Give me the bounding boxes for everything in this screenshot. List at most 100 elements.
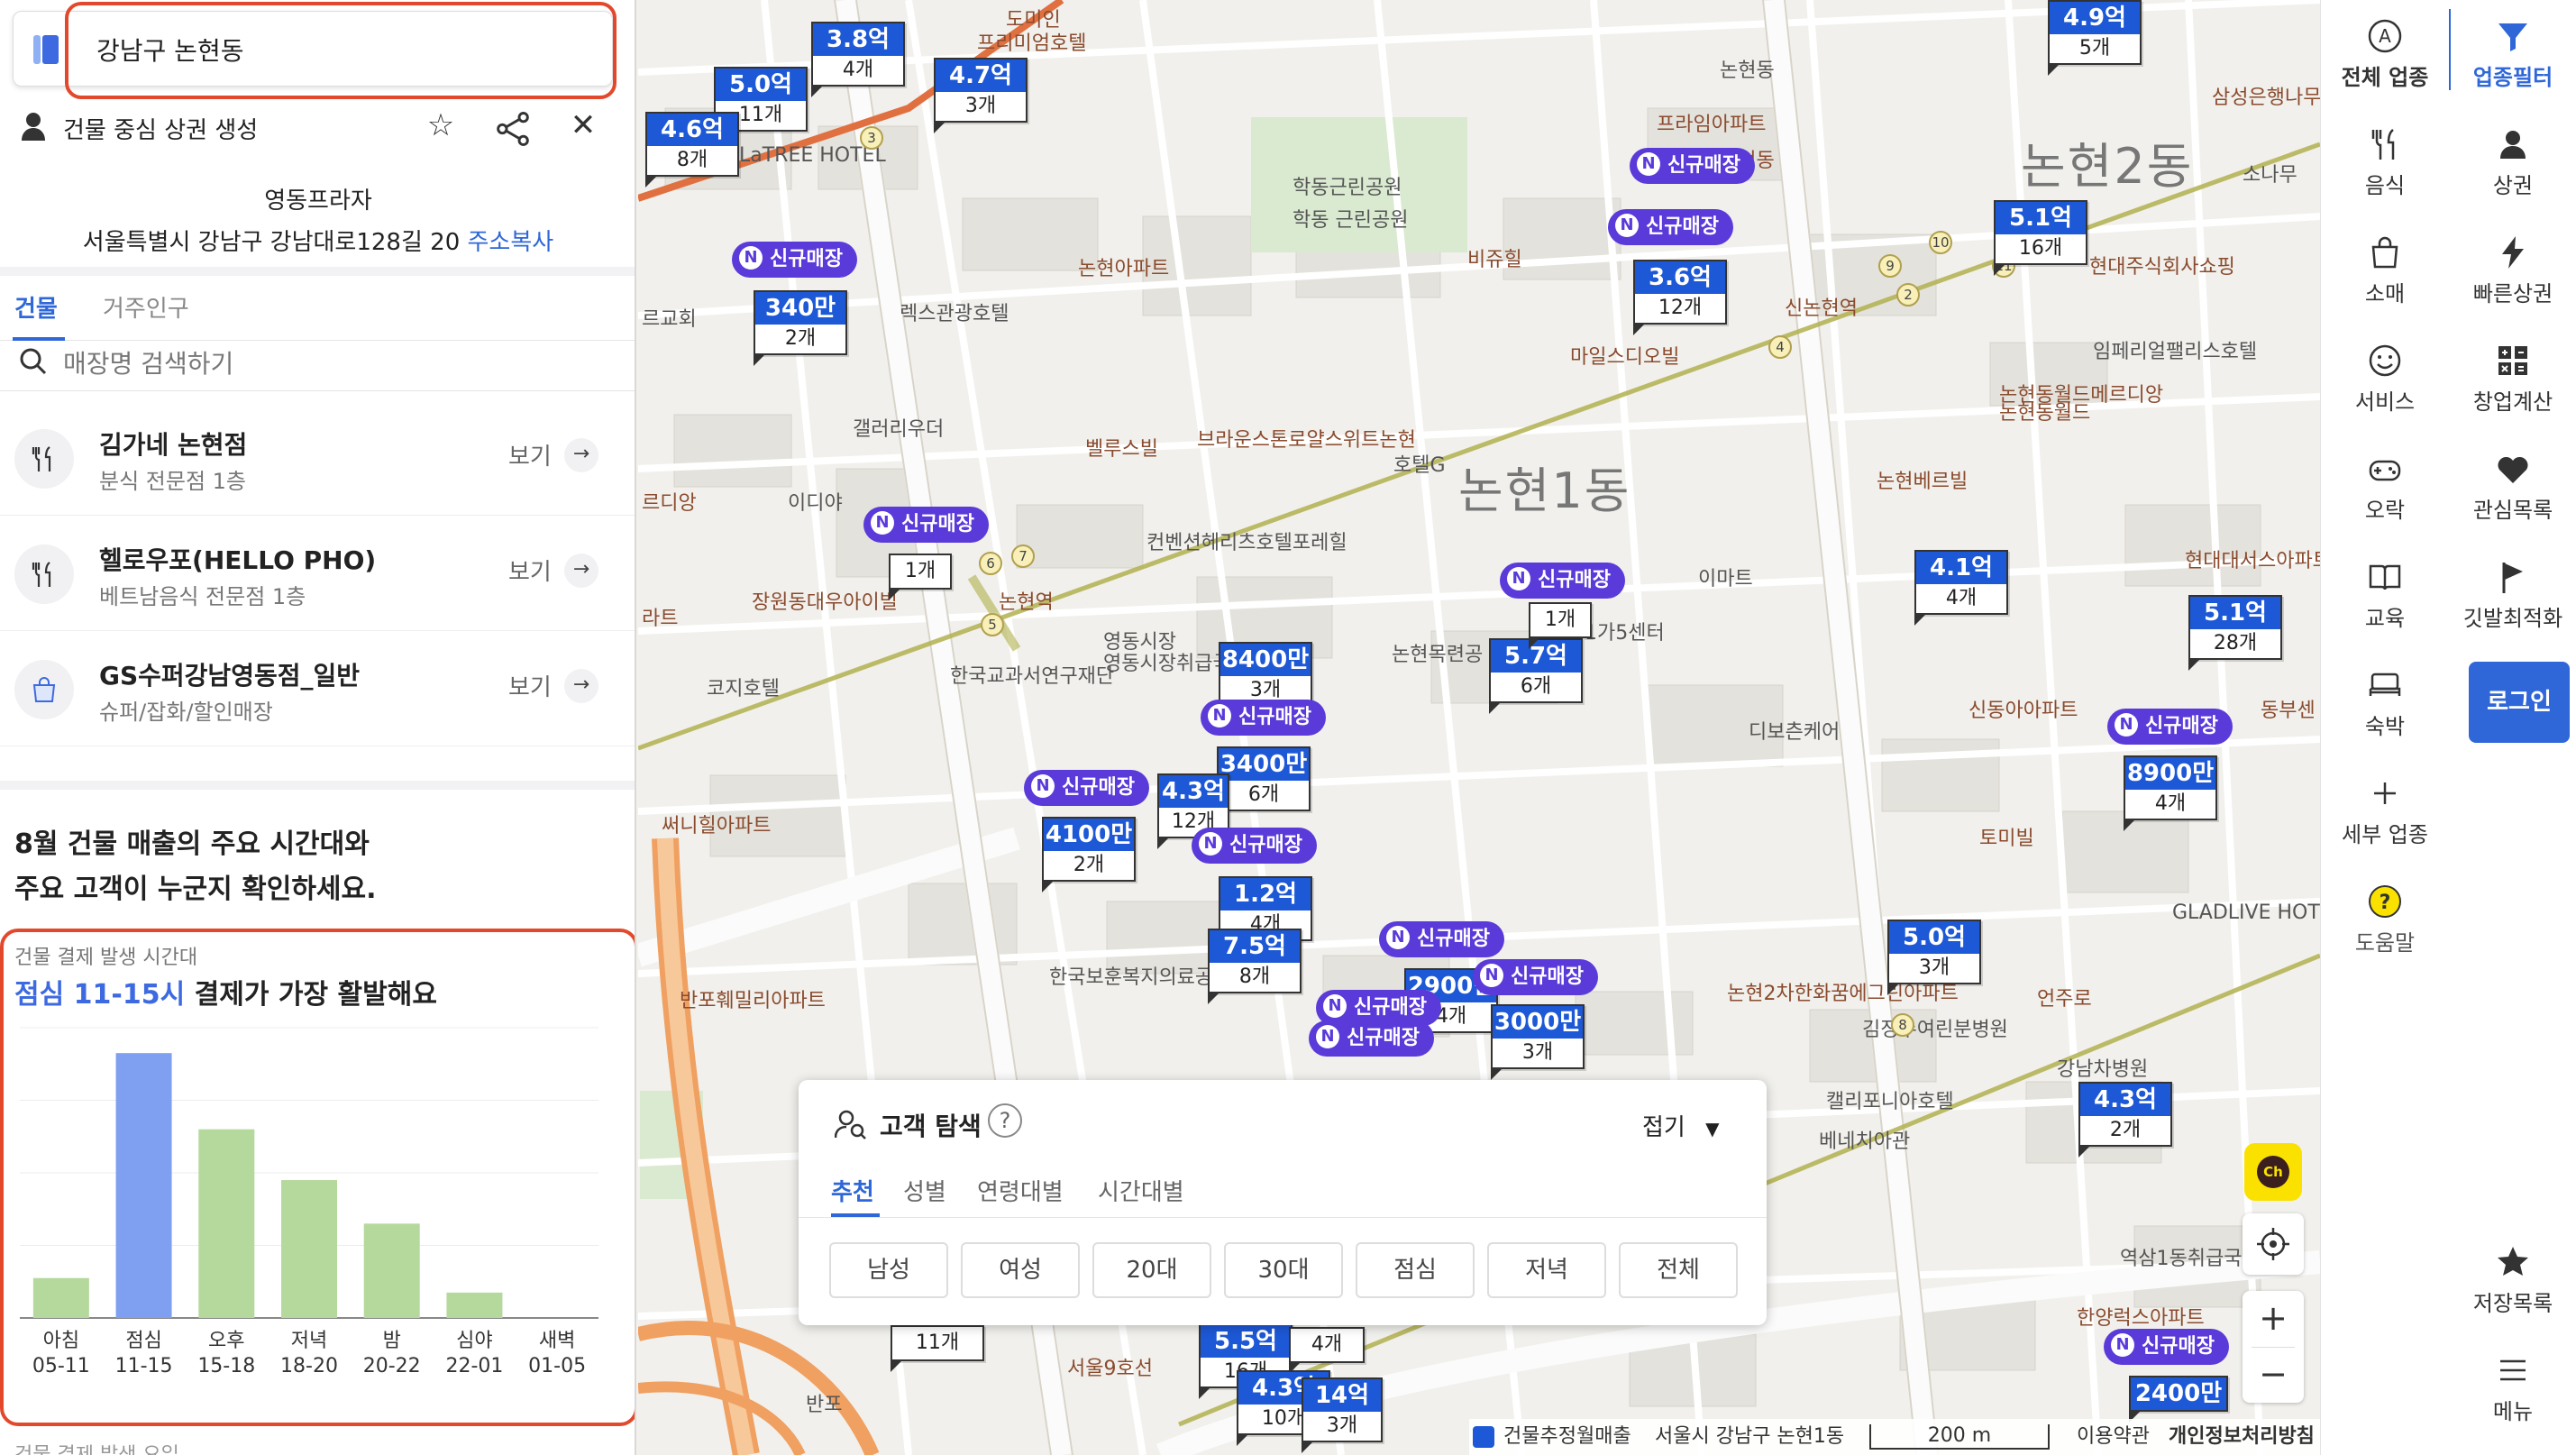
star-icon[interactable]: ☆ — [422, 106, 460, 144]
sales-marker[interactable]: 4.6억 8개 — [645, 112, 739, 188]
subway-station-icon[interactable]: 2 — [1896, 283, 1920, 307]
nav-sub-categories[interactable]: 세부 업종 — [2321, 775, 2449, 848]
zoom-in-button[interactable]: + — [2243, 1291, 2304, 1347]
nav-all-categories[interactable]: A 전체 업종 — [2321, 18, 2449, 91]
sales-marker[interactable]: 4.9억 5개 — [2048, 0, 2142, 76]
new-store-badge[interactable]: N 신규매장 — [1201, 700, 1326, 736]
nav-retail[interactable]: 소매 — [2321, 234, 2449, 307]
new-store-badge[interactable]: N 신규매장 — [1024, 770, 1149, 806]
sales-marker[interactable]: 4개 — [1289, 1327, 1365, 1374]
sales-marker[interactable]: 3.8억 4개 — [811, 22, 905, 97]
tab-resident-population[interactable]: 거주인구 — [103, 290, 189, 324]
fold-button[interactable]: 접기 ▼ — [1642, 1109, 1720, 1142]
sales-marker[interactable]: 3400만 6개 — [1217, 746, 1311, 822]
arrow-right-icon[interactable]: → — [564, 438, 598, 472]
terms-link[interactable]: 이용약관 — [2077, 1419, 2150, 1455]
nav-help[interactable]: ? 도움말 — [2321, 883, 2449, 956]
new-store-badge[interactable]: N 신규매장 — [2104, 1329, 2229, 1365]
new-store-badge[interactable]: N 신규매장 — [1500, 563, 1625, 599]
arrow-right-icon[interactable]: → — [564, 554, 598, 588]
close-icon[interactable]: ✕ — [564, 106, 602, 144]
nav-education[interactable]: 교육 — [2321, 559, 2449, 632]
new-store-badge[interactable]: N 신규매장 — [1192, 828, 1317, 864]
tab-age-group[interactable]: 연령대별 — [977, 1174, 1064, 1207]
kakao-channel-button[interactable]: Ch — [2244, 1143, 2302, 1201]
subway-station-icon[interactable]: 4 — [1768, 335, 1792, 359]
subway-station-icon[interactable]: 10 — [1929, 231, 1952, 254]
nav-trade-area[interactable]: 상권 — [2449, 126, 2576, 199]
nav-startup-calculator[interactable]: 창업계산 — [2449, 343, 2576, 416]
nav-category-filter[interactable]: 업종필터 — [2449, 18, 2576, 91]
privacy-link[interactable]: 개인정보처리방침 — [2169, 1419, 2315, 1455]
store-item[interactable]: 김가네 논현점 분식 전문점 1층 보기 → — [0, 400, 635, 516]
sales-marker[interactable]: 4.1억 4개 — [1914, 550, 2008, 626]
new-store-badge[interactable]: N 신규매장 — [1608, 209, 1733, 245]
tab-time-slot[interactable]: 시간대별 — [1098, 1174, 1184, 1207]
new-store-badge[interactable]: N 신규매장 — [863, 507, 989, 543]
sales-marker[interactable]: 5.1억 16개 — [1994, 200, 2087, 276]
filter-chip-female[interactable]: 여성 — [961, 1242, 1080, 1298]
subway-station-icon[interactable]: 8 — [1891, 1013, 1914, 1037]
tab-gender[interactable]: 성별 — [903, 1174, 946, 1207]
sales-marker[interactable]: 7.5억 8개 — [1208, 929, 1302, 1004]
nav-lodging[interactable]: 숙박 — [2321, 667, 2449, 740]
sales-marker[interactable]: 5.0억 3개 — [1887, 920, 1981, 995]
filter-chip-30s[interactable]: 30대 — [1224, 1242, 1343, 1298]
sales-marker[interactable]: 2400만 — [2129, 1376, 2228, 1423]
store-search[interactable]: 매장명 검색하기 — [0, 341, 635, 391]
sales-marker[interactable]: 340만 2개 — [754, 290, 847, 366]
nav-food[interactable]: 음식 — [2321, 126, 2449, 199]
sales-marker[interactable]: 8900만 4개 — [2124, 755, 2217, 831]
view-button[interactable]: 보기 — [508, 669, 552, 702]
subway-station-icon[interactable]: 3 — [860, 126, 883, 150]
sales-marker[interactable]: 11개 — [891, 1325, 984, 1372]
nav-quick-trade-area[interactable]: 빠른상권 — [2449, 234, 2576, 307]
sales-marker[interactable]: 4100만 2개 — [1042, 817, 1136, 892]
nav-service[interactable]: 서비스 — [2321, 343, 2449, 416]
login-button[interactable]: 로그인 — [2469, 662, 2570, 743]
current-location-button[interactable] — [2243, 1213, 2304, 1275]
sales-marker[interactable]: 1개 — [889, 554, 952, 600]
new-store-badge[interactable]: N 신규매장 — [1379, 921, 1504, 957]
arrow-right-icon[interactable]: → — [564, 669, 598, 703]
new-store-badge[interactable]: N 신규매장 — [1309, 1020, 1434, 1057]
nav-saved-list[interactable]: 저장목록 — [2449, 1244, 2576, 1317]
help-icon[interactable]: ? — [988, 1103, 1022, 1138]
nav-entertainment[interactable]: 오락 — [2321, 451, 2449, 524]
place-label: 학동근린공원 — [1293, 177, 1402, 199]
nav-favorites[interactable]: 관심목록 — [2449, 451, 2576, 524]
sales-marker[interactable]: 1개 — [1529, 602, 1592, 649]
store-item[interactable]: GS수퍼강남영동점_일반 슈퍼/잡화/할인매장 보기 → — [0, 631, 635, 746]
filter-chip-lunch[interactable]: 점심 — [1356, 1242, 1475, 1298]
sales-marker[interactable]: 3.6억 12개 — [1633, 260, 1727, 335]
copy-address-link[interactable]: 주소복사 — [468, 229, 554, 256]
nav-flag-optimization[interactable]: 깃발최적화 — [2449, 559, 2576, 632]
new-store-badge[interactable]: N 신규매장 — [732, 242, 857, 278]
filter-chip-male[interactable]: 남성 — [829, 1242, 948, 1298]
filter-chip-all[interactable]: 전체 — [1619, 1242, 1738, 1298]
sales-marker[interactable]: 3000만 3개 — [1491, 1004, 1585, 1080]
new-store-badge[interactable]: N 신규매장 — [2107, 709, 2233, 745]
share-icon[interactable] — [494, 110, 532, 148]
subway-station-icon[interactable]: 6 — [979, 552, 1002, 575]
subway-station-icon[interactable]: 5 — [981, 613, 1004, 636]
new-store-badge[interactable]: N 신규매장 — [1473, 959, 1598, 995]
view-button[interactable]: 보기 — [508, 438, 552, 471]
filter-chip-20s[interactable]: 20대 — [1092, 1242, 1211, 1298]
store-item[interactable]: 헬로우포(HELLO PHO) 베트남음식 전문점 1층 보기 → — [0, 516, 635, 631]
tab-recommended[interactable]: 추천 — [831, 1174, 874, 1207]
subway-station-icon[interactable]: 9 — [1878, 254, 1902, 278]
subway-station-icon[interactable]: 7 — [1011, 544, 1035, 568]
filter-chip-evening[interactable]: 저녁 — [1487, 1242, 1606, 1298]
legend-label: 건물추정월매출 — [1503, 1425, 1631, 1448]
view-button[interactable]: 보기 — [508, 554, 552, 587]
sales-marker[interactable]: 14억 3개 — [1302, 1377, 1383, 1453]
sales-marker[interactable]: 4.7억 3개 — [934, 58, 1028, 133]
sales-marker[interactable]: 5.1억 28개 — [2188, 595, 2282, 671]
tab-building[interactable]: 건물 — [14, 290, 58, 324]
zoom-out-button[interactable]: − — [2243, 1347, 2304, 1403]
sales-marker[interactable]: 4.3억 2개 — [2078, 1082, 2172, 1158]
sales-marker[interactable]: 8400만 3개 — [1219, 642, 1312, 718]
nav-menu[interactable]: 메뉴 — [2449, 1352, 2576, 1425]
new-store-badge[interactable]: N 신규매장 — [1630, 148, 1755, 184]
